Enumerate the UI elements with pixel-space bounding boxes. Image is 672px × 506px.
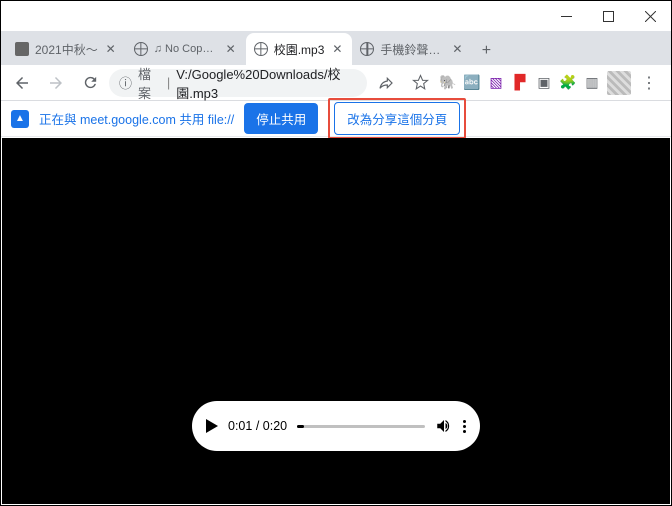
player-time: 0:01 / 0:20 <box>228 419 287 433</box>
reading-list-icon[interactable]: ▥ <box>583 74 601 92</box>
browser-menu-button[interactable]: ⋮ <box>637 68 661 98</box>
forward-button[interactable] <box>41 68 71 98</box>
play-button[interactable] <box>206 419 218 433</box>
tab-1[interactable]: ♫ No Copyright ✕ <box>126 33 246 65</box>
translate-icon[interactable]: 🔤 <box>463 74 481 92</box>
close-icon[interactable]: ✕ <box>104 42 118 56</box>
flipboard-icon[interactable]: ▛ <box>511 74 529 92</box>
tab-title: ♫ No Copyright <box>154 43 218 55</box>
tab-title: 校園.mp3 <box>274 41 325 58</box>
onenote-icon[interactable]: ▧ <box>487 74 505 92</box>
cast-icon: ▲ <box>11 110 29 128</box>
extensions-row: 🐘 🔤 ▧ ▛ ▣ 🧩 ▥ ⋮ <box>439 68 665 98</box>
info-icon: ⓘ <box>119 73 132 92</box>
share-this-tab-button[interactable]: 改為分享這個分頁 <box>334 102 460 135</box>
media-viewport: 0:01 / 0:20 <box>2 138 670 504</box>
tab-0[interactable]: 2021中秋～ ✕ <box>7 33 126 65</box>
close-icon[interactable]: ✕ <box>450 42 464 56</box>
window-close-button[interactable] <box>629 1 671 31</box>
back-button[interactable] <box>7 68 37 98</box>
new-tab-button[interactable]: + <box>472 37 500 65</box>
highlight-annotation: 改為分享這個分頁 <box>328 98 466 139</box>
player-menu-button[interactable] <box>463 420 466 433</box>
audio-player: 0:01 / 0:20 <box>192 401 480 451</box>
profile-avatar[interactable] <box>607 71 631 95</box>
bookmark-button[interactable] <box>405 68 435 98</box>
close-icon[interactable]: ✕ <box>224 42 238 56</box>
tab-strip: 2021中秋～ ✕ ♫ No Copyright ✕ 校園.mp3 ✕ 手機鈴聲… <box>1 31 671 65</box>
window-titlebar <box>1 1 671 31</box>
tab-title: 手機鈴聲_幻化成 <box>380 41 444 58</box>
cast-icon[interactable]: ▣ <box>535 74 553 92</box>
globe-icon <box>254 42 268 56</box>
close-icon[interactable]: ✕ <box>330 42 344 56</box>
stop-sharing-button[interactable]: 停止共用 <box>244 103 318 134</box>
meet-icon <box>15 42 29 56</box>
volume-button[interactable] <box>435 417 453 435</box>
window-minimize-button[interactable] <box>545 1 587 31</box>
screen-share-bar: ▲ 正在與 meet.google.com 共用 file:// 停止共用 改為… <box>1 101 671 137</box>
browser-toolbar: ⓘ 檔案 | V:/Google%20Downloads/校園.mp3 🐘 🔤 … <box>1 65 671 101</box>
share-page-button[interactable] <box>371 68 401 98</box>
seek-slider[interactable] <box>297 425 425 428</box>
globe-icon <box>134 42 148 56</box>
globe-icon <box>360 42 374 56</box>
tab-2[interactable]: 校園.mp3 ✕ <box>246 33 353 65</box>
tab-3[interactable]: 手機鈴聲_幻化成 ✕ <box>352 33 472 65</box>
tab-title: 2021中秋～ <box>35 41 98 58</box>
url-scheme-label: 檔案 <box>138 64 161 102</box>
extensions-icon[interactable]: 🧩 <box>559 74 577 92</box>
evernote-icon[interactable]: 🐘 <box>439 74 457 92</box>
address-bar[interactable]: ⓘ 檔案 | V:/Google%20Downloads/校園.mp3 <box>109 69 367 97</box>
reload-button[interactable] <box>75 68 105 98</box>
window-maximize-button[interactable] <box>587 1 629 31</box>
url-path: V:/Google%20Downloads/校園.mp3 <box>176 64 357 102</box>
share-status-text: 正在與 meet.google.com 共用 file:// <box>39 109 234 128</box>
